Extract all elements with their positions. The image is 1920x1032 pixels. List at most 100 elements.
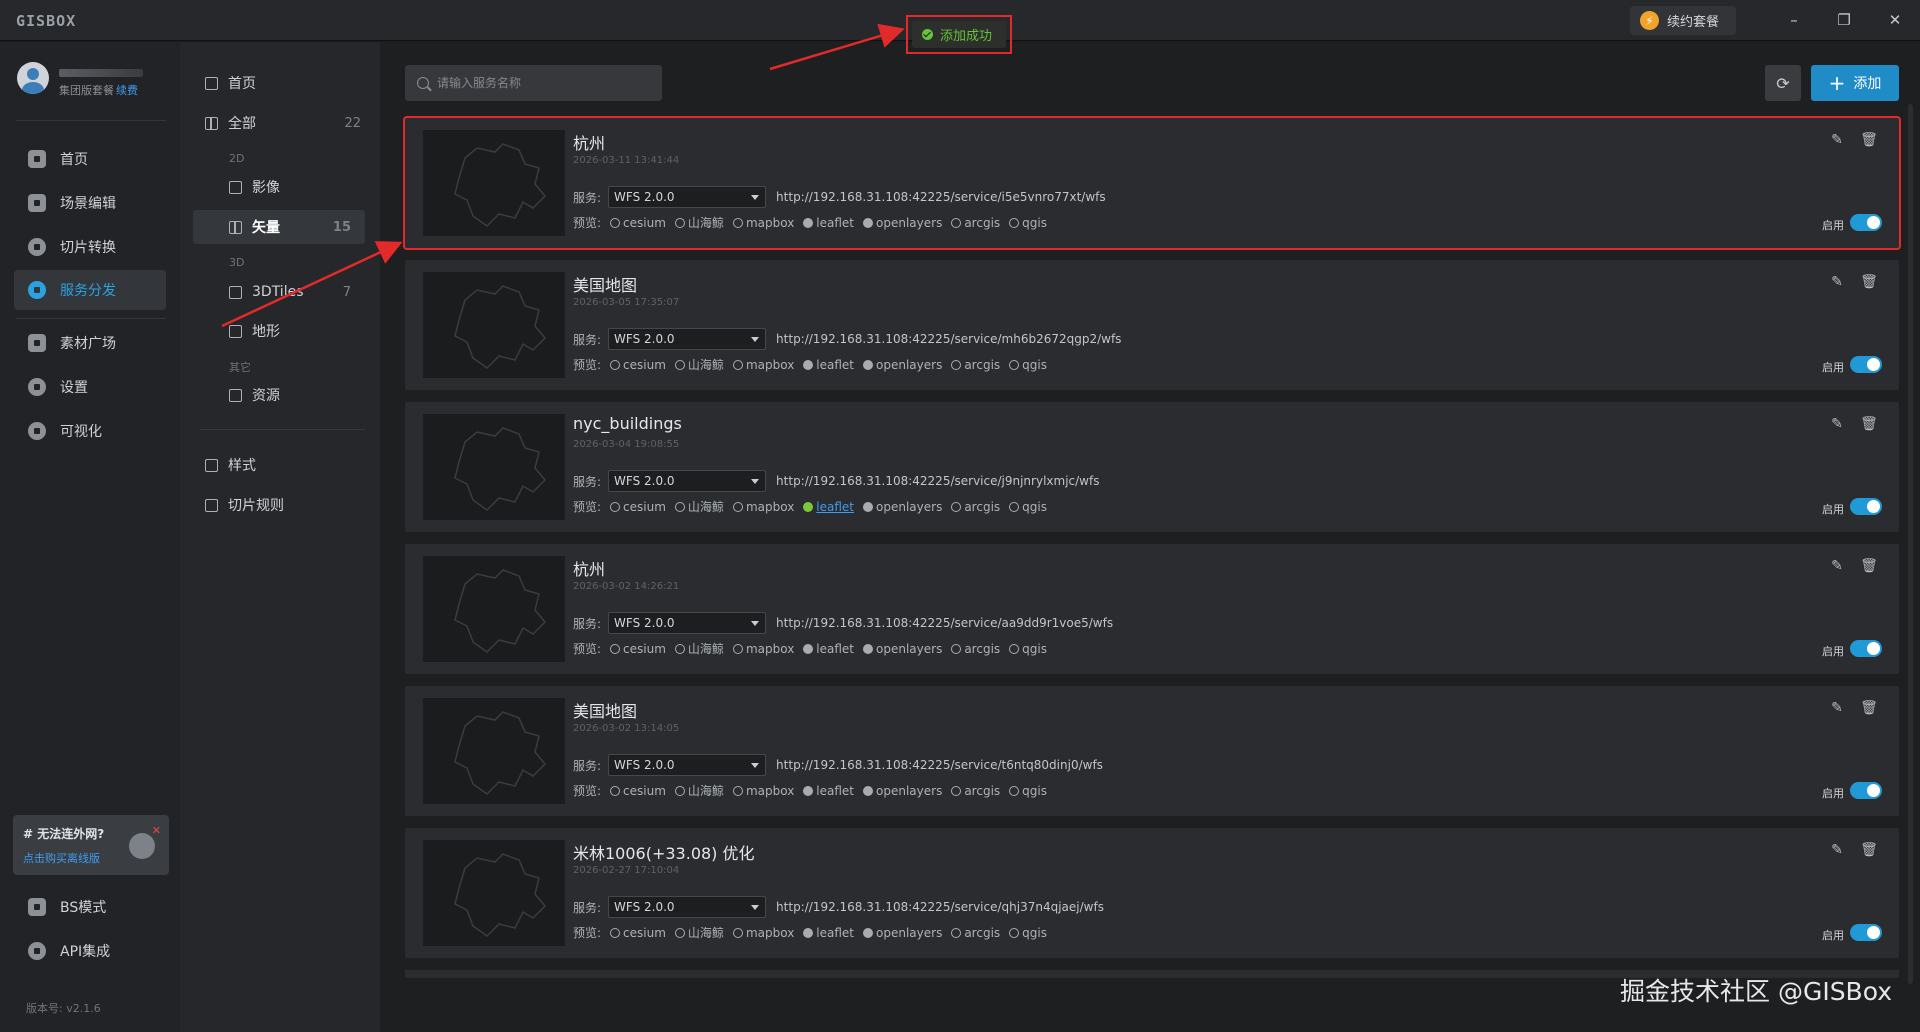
renew-link[interactable]: 续费 (116, 84, 138, 97)
edit-icon[interactable]: ✎ (1829, 842, 1845, 858)
edit-icon[interactable]: ✎ (1829, 274, 1845, 290)
service-version-select[interactable]: WFS 2.0.0 (608, 612, 767, 634)
preview-link-openlayers[interactable]: openlayers (863, 358, 942, 372)
search-input[interactable] (437, 76, 637, 90)
preview-link-qgis[interactable]: qgis (1009, 784, 1047, 798)
scrollbar[interactable] (1908, 104, 1913, 984)
service-version-select[interactable]: WFS 2.0.0 (608, 186, 767, 208)
service-card[interactable]: 美国地图 2026-03-05 17:35:07 服务: WFS 2.0.0 h… (405, 260, 1899, 390)
edit-icon[interactable]: ✎ (1829, 700, 1845, 716)
edit-icon[interactable]: ✎ (1829, 132, 1845, 148)
preview-link-openlayers[interactable]: openlayers (863, 784, 942, 798)
preview-link-mapbox[interactable]: mapbox (732, 500, 794, 514)
preview-link-arcgis[interactable]: arcgis (951, 216, 1000, 230)
delete-icon[interactable]: 🗑 (1860, 274, 1878, 290)
enable-toggle[interactable] (1850, 498, 1882, 515)
preview-link-leaflet[interactable]: leaflet (803, 500, 854, 514)
enable-toggle[interactable] (1850, 640, 1882, 657)
nav-item-asset-plaza[interactable]: 素材广场 (14, 323, 166, 363)
enable-toggle[interactable] (1850, 214, 1882, 231)
preview-link-qgis[interactable]: qgis (1009, 358, 1047, 372)
service-url[interactable]: http://192.168.31.108:42225/service/t6nt… (776, 758, 1103, 772)
subnav-3dtiles[interactable]: 3DTiles 7 (229, 275, 365, 309)
preview-link-qgis[interactable]: qgis (1009, 216, 1047, 230)
preview-link-shanhaijing[interactable]: 山海鲸 (674, 356, 724, 373)
nav-item-settings[interactable]: 设置 (14, 367, 166, 407)
service-url[interactable]: http://192.168.31.108:42225/service/mh6b… (776, 332, 1121, 346)
preview-link-cesium[interactable]: cesium (610, 642, 666, 656)
subnav-style[interactable]: 样式 (205, 448, 375, 482)
service-url[interactable]: http://192.168.31.108:42225/service/i5e5… (776, 190, 1106, 204)
preview-link-cesium[interactable]: cesium (610, 216, 666, 230)
preview-link-cesium[interactable]: cesium (610, 500, 666, 514)
enable-toggle[interactable] (1850, 356, 1882, 373)
subnav-tile-rules[interactable]: 切片规则 (205, 488, 375, 522)
preview-link-mapbox[interactable]: mapbox (732, 642, 794, 656)
preview-link-shanhaijing[interactable]: 山海鲸 (674, 782, 724, 799)
preview-link-shanhaijing[interactable]: 山海鲸 (674, 214, 724, 231)
preview-link-openlayers[interactable]: openlayers (863, 926, 942, 940)
nav-item-api[interactable]: API集成 (14, 931, 166, 971)
preview-link-mapbox[interactable]: mapbox (732, 216, 794, 230)
preview-link-qgis[interactable]: qgis (1009, 642, 1047, 656)
preview-link-cesium[interactable]: cesium (610, 784, 666, 798)
nav-item-visualization[interactable]: 可视化 (14, 411, 166, 451)
service-url[interactable]: http://192.168.31.108:42225/service/qhj3… (776, 900, 1104, 914)
preview-link-mapbox[interactable]: mapbox (732, 358, 794, 372)
preview-link-qgis[interactable]: qgis (1009, 926, 1047, 940)
nav-item-tile-convert[interactable]: 切片转换 (14, 227, 166, 267)
enable-toggle[interactable] (1850, 782, 1882, 799)
preview-link-shanhaijing[interactable]: 山海鲸 (674, 498, 724, 515)
preview-link-leaflet[interactable]: leaflet (803, 926, 854, 940)
delete-icon[interactable]: 🗑 (1860, 700, 1878, 716)
preview-link-leaflet[interactable]: leaflet (803, 216, 854, 230)
add-service-button[interactable]: + 添加 (1811, 65, 1899, 101)
edit-icon[interactable]: ✎ (1829, 558, 1845, 574)
delete-icon[interactable]: 🗑 (1860, 842, 1878, 858)
close-promo-icon[interactable]: ✕ (152, 824, 161, 837)
preview-link-arcgis[interactable]: arcgis (951, 784, 1000, 798)
offline-promo-card[interactable]: # 无法连外网? 点击购买离线版 ✕ (13, 815, 169, 875)
edit-icon[interactable]: ✎ (1829, 416, 1845, 432)
preview-link-shanhaijing[interactable]: 山海鲸 (674, 640, 724, 657)
preview-link-openlayers[interactable]: openlayers (863, 642, 942, 656)
preview-link-arcgis[interactable]: arcgis (951, 358, 1000, 372)
preview-link-qgis[interactable]: qgis (1009, 500, 1047, 514)
preview-link-mapbox[interactable]: mapbox (732, 784, 794, 798)
nav-item-scene-editor[interactable]: 场景编辑 (14, 183, 166, 223)
service-version-select[interactable]: WFS 2.0.0 (608, 470, 767, 492)
service-card[interactable]: 杭州 2026-03-02 14:26:21 服务: WFS 2.0.0 htt… (405, 544, 1899, 674)
service-version-select[interactable]: WFS 2.0.0 (608, 754, 767, 776)
preview-link-openlayers[interactable]: openlayers (863, 216, 942, 230)
nav-item-home[interactable]: 首页 (14, 139, 166, 179)
delete-icon[interactable]: 🗑 (1860, 416, 1878, 432)
service-version-select[interactable]: WFS 2.0.0 (608, 328, 767, 350)
subnav-vector[interactable]: 矢量 15 (193, 210, 365, 244)
maximize-button[interactable]: ❐ (1829, 8, 1859, 32)
nav-item-bs-mode[interactable]: BS模式 (14, 887, 166, 927)
subnav-imagery[interactable]: 影像 (229, 170, 399, 204)
minimize-button[interactable]: – (1779, 8, 1809, 32)
refresh-button[interactable]: ⟳ (1765, 65, 1801, 101)
preview-link-arcgis[interactable]: arcgis (951, 926, 1000, 940)
subnav-resource[interactable]: 资源 (229, 378, 399, 412)
preview-link-leaflet[interactable]: leaflet (803, 784, 854, 798)
enable-toggle[interactable] (1850, 924, 1882, 941)
service-card[interactable]: nyc_buildings 2026-03-04 19:08:55 服务: WF… (405, 402, 1899, 532)
service-card[interactable]: 杭州 2026-03-11 13:41:44 服务: WFS 2.0.0 htt… (403, 116, 1901, 250)
service-card[interactable]: 米林1006(+33.08) 优化 2026-02-27 17:10:04 服务… (405, 828, 1899, 958)
close-window-button[interactable]: ✕ (1880, 8, 1910, 32)
preview-link-cesium[interactable]: cesium (610, 358, 666, 372)
service-version-select[interactable]: WFS 2.0.0 (608, 896, 767, 918)
preview-link-openlayers[interactable]: openlayers (863, 500, 942, 514)
renew-plan-button[interactable]: ⚡ 续约套餐 (1630, 6, 1736, 35)
delete-icon[interactable]: 🗑 (1860, 558, 1878, 574)
avatar[interactable] (17, 62, 49, 94)
preview-link-mapbox[interactable]: mapbox (732, 926, 794, 940)
search-bar[interactable] (405, 65, 662, 101)
subnav-all[interactable]: 全部 22 (205, 106, 375, 140)
service-url[interactable]: http://192.168.31.108:42225/service/j9nj… (776, 474, 1099, 488)
subnav-home[interactable]: 首页 (205, 66, 375, 100)
service-card[interactable]: 美国地图 2026-03-02 13:14:05 服务: WFS 2.0.0 h… (405, 686, 1899, 816)
nav-item-service-publish[interactable]: 服务分发 (14, 270, 166, 310)
